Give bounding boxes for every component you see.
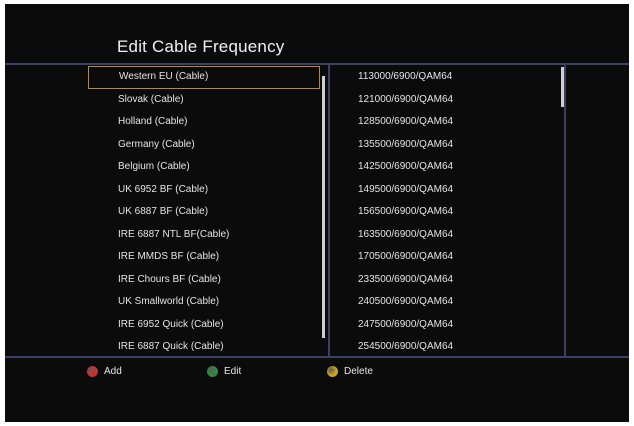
list-item-holland[interactable]: Holland (Cable)	[88, 111, 320, 134]
frequency-value: 254500/6900/QAM64	[358, 341, 454, 352]
list-item-uk-6887-bf[interactable]: UK 6887 BF (Cable)	[88, 201, 320, 224]
frequency-value: 149500/6900/QAM64	[358, 183, 454, 195]
list-item-uk-smallworld[interactable]: UK Smallworld (Cable)	[88, 291, 320, 314]
edit-label: Edit	[224, 365, 242, 377]
frequency-value: 233500/6900/QAM64	[358, 273, 454, 285]
frequency-value: 170500/6900/QAM64	[358, 251, 454, 262]
frequency-value: 163500/6900/QAM64	[358, 228, 454, 240]
list-item-ire-6887-quick[interactable]: IRE 6887 Quick (Cable)	[88, 336, 320, 359]
header-divider	[5, 63, 629, 65]
list-item-slovak[interactable]: Slovak (Cable)	[88, 89, 320, 112]
red-button-icon	[87, 365, 98, 377]
delete-label: Delete	[344, 365, 373, 377]
list-item-ire-chours-bf[interactable]: IRE Chours BF (Cable)	[88, 269, 320, 292]
frequency-value: 142500/6900/QAM64	[358, 161, 454, 172]
list-item-ire-6952-quick[interactable]: IRE 6952 Quick (Cable)	[88, 314, 320, 337]
edit-key[interactable]: Edit	[207, 361, 241, 381]
list-scrollbar-thumb[interactable]	[322, 76, 325, 338]
add-label: Add	[104, 365, 122, 377]
frequency-value: 135500/6900/QAM64	[358, 138, 454, 150]
cable-name-list: Western EU (Cable) Slovak (Cable) Hollan…	[88, 66, 320, 359]
scrollbar-track	[564, 65, 566, 356]
list-item-belgium[interactable]: Belgium (Cable)	[88, 156, 320, 179]
column-divider	[328, 65, 330, 356]
add-key[interactable]: Add	[87, 361, 122, 381]
frequency-value: 247500/6900/QAM64	[358, 318, 454, 330]
frequency-scrollbar-thumb[interactable]	[561, 67, 564, 107]
page-title: Edit Cable Frequency	[117, 37, 285, 56]
list-item-ire-6887-ntl-bf[interactable]: IRE 6887 NTL BF(Cable)	[88, 224, 320, 247]
list-item-uk-6952-bf[interactable]: UK 6952 BF (Cable)	[88, 179, 320, 202]
frequency-value: 156500/6900/QAM64	[358, 206, 454, 217]
frequency-value: 240500/6900/QAM64	[358, 296, 454, 307]
frequency-value: 128500/6900/QAM64	[358, 116, 454, 127]
frequency-value: 113000/6900/QAM64	[358, 71, 453, 82]
frequency-list: 113000/6900/QAM64 121000/6900/QAM64 1285…	[355, 66, 555, 359]
green-button-icon	[207, 365, 218, 377]
list-item-western-eu[interactable]: Western EU (Cable)	[88, 66, 320, 89]
yellow-button-icon	[327, 365, 338, 377]
color-key-legend: Add Edit Delete	[5, 361, 629, 381]
frequency-value: 121000/6900/QAM64	[358, 93, 454, 105]
list-item-germany[interactable]: Germany (Cable)	[88, 134, 320, 157]
delete-key[interactable]: Delete	[327, 361, 373, 381]
tv-menu-screen: Edit Cable Frequency Western EU (Cable) …	[5, 4, 629, 422]
list-item-ire-mmds-bf[interactable]: IRE MMDS BF (Cable)	[88, 246, 320, 269]
